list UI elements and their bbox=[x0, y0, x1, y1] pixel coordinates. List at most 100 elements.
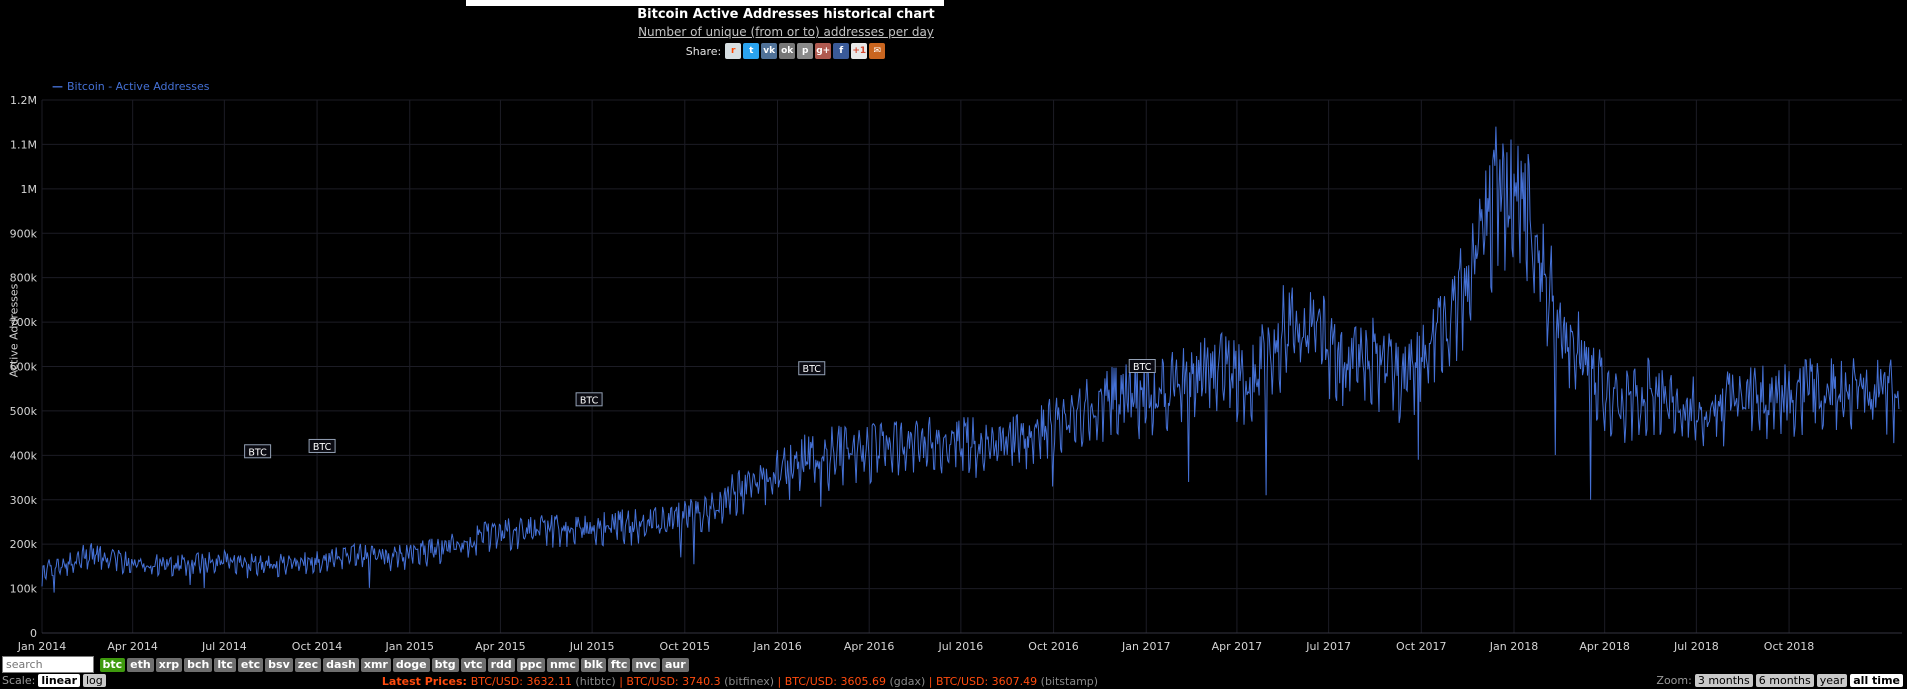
share-label: Share: bbox=[685, 44, 722, 58]
coin-ftc-button[interactable]: ftc bbox=[607, 657, 631, 672]
x-tick-Oct-2018: Oct 2018 bbox=[1764, 640, 1815, 653]
coin-nvc-button[interactable]: nvc bbox=[632, 657, 660, 672]
share-row: Share: r t vk ok p g+ f +1 ✉ bbox=[0, 43, 1572, 60]
coin-nmc-button[interactable]: nmc bbox=[547, 657, 579, 672]
price-separator: | bbox=[774, 675, 785, 688]
coin-aur-button[interactable]: aur bbox=[661, 657, 689, 672]
chart-canvas: 0100k200k300k400k500k600k700k800k900k1M1… bbox=[10, 94, 1902, 653]
coin-vtc-button[interactable]: vtc bbox=[460, 657, 486, 672]
share-vk-icon[interactable]: vk bbox=[761, 43, 778, 59]
share-email-icon[interactable]: ✉ bbox=[869, 43, 886, 59]
x-tick-Oct-2017: Oct 2017 bbox=[1396, 640, 1447, 653]
legend-line-swatch: — bbox=[52, 80, 63, 93]
x-tick-Apr-2017: Apr 2017 bbox=[1212, 640, 1263, 653]
top-white-strip bbox=[466, 0, 944, 6]
zoom-all-time-button[interactable]: all time bbox=[1850, 674, 1903, 687]
coin-blk-button[interactable]: blk bbox=[580, 657, 606, 672]
x-tick-Jul-2018: Jul 2018 bbox=[1673, 640, 1719, 653]
coin-zec-button[interactable]: zec bbox=[294, 657, 322, 672]
chart-gridlines bbox=[41, 99, 1902, 634]
exchange-name-bitfinex: (bitfinex) bbox=[720, 675, 775, 688]
exchange-name-gdax: (gdax) bbox=[885, 675, 926, 688]
coin-ltc-button[interactable]: ltc bbox=[214, 657, 236, 672]
event-flag-label-btc: BTC bbox=[313, 442, 332, 453]
y-tick-1.1M: 1.1M bbox=[10, 138, 37, 151]
y-tick-200k: 200k bbox=[10, 538, 38, 551]
x-tick-Jan-2014: Jan 2014 bbox=[17, 640, 66, 653]
zoom-6-months-button[interactable]: 6 months bbox=[1755, 674, 1814, 687]
share-google-plus-one-icon[interactable]: +1 bbox=[851, 43, 868, 59]
zoom-year-button[interactable]: year bbox=[1816, 674, 1848, 687]
x-tick-Apr-2015: Apr 2015 bbox=[475, 640, 526, 653]
share-twitter-icon[interactable]: t bbox=[743, 43, 760, 59]
coin-btg-button[interactable]: btg bbox=[431, 657, 459, 672]
x-tick-Jan-2017: Jan 2017 bbox=[1121, 640, 1170, 653]
x-tick-Jan-2015: Jan 2015 bbox=[385, 640, 434, 653]
x-tick-Oct-2015: Oct 2015 bbox=[660, 640, 711, 653]
zoom-control: Zoom: 3 months 6 months year all time bbox=[1656, 674, 1903, 687]
share-pinterest-icon[interactable]: p bbox=[797, 43, 814, 59]
x-tick-Oct-2016: Oct 2016 bbox=[1028, 640, 1079, 653]
coin-eth-button[interactable]: eth bbox=[127, 657, 154, 672]
search-input[interactable] bbox=[2, 656, 94, 673]
x-tick-Apr-2016: Apr 2016 bbox=[844, 640, 895, 653]
x-tick-Jul-2014: Jul 2014 bbox=[201, 640, 247, 653]
share-icons: r t vk ok p g+ f +1 ✉ bbox=[724, 43, 886, 59]
share-google-plus-icon[interactable]: g+ bbox=[815, 43, 832, 59]
share-odnoklassniki-icon[interactable]: ok bbox=[779, 43, 796, 59]
coin-etc-button[interactable]: etc bbox=[237, 657, 264, 672]
series-line-bitcoin-active-addresses bbox=[41, 126, 1900, 593]
zoom-buttons: 3 months 6 months year all time bbox=[1692, 674, 1903, 687]
coin-rdd-button[interactable]: rdd bbox=[487, 657, 515, 672]
price-bitstamp: BTC/USD: 3607.49 bbox=[935, 675, 1038, 688]
coin-buttons: btc eth xrp bch ltc etc bsv zec dash xmr doge btg vt… bbox=[98, 657, 689, 672]
coin-dash-button[interactable]: dash bbox=[323, 657, 359, 672]
price-hitbtc: BTC/USD: 3632.11 bbox=[470, 675, 572, 688]
latest-prices-label: Latest Prices: bbox=[381, 675, 471, 688]
y-tick-1.2M: 1.2M bbox=[10, 94, 37, 107]
x-tick-Jan-2018: Jan 2018 bbox=[1489, 640, 1538, 653]
y-tick-1M: 1M bbox=[21, 183, 38, 196]
share-reddit-icon[interactable]: r bbox=[725, 43, 742, 59]
event-flag-label-btc: BTC bbox=[803, 364, 822, 375]
coin-bsv-button[interactable]: bsv bbox=[265, 657, 293, 672]
coin-doge-button[interactable]: doge bbox=[392, 657, 430, 672]
chart-series bbox=[41, 126, 1900, 593]
chart-subtitle: Number of unique (from or to) addresses … bbox=[638, 25, 934, 39]
y-tick-100k: 100k bbox=[10, 583, 38, 596]
y-tick-300k: 300k bbox=[10, 494, 38, 507]
x-tick-Jul-2016: Jul 2016 bbox=[937, 640, 983, 653]
y-tick-500k: 500k bbox=[10, 405, 38, 418]
x-tick-Jan-2016: Jan 2016 bbox=[752, 640, 801, 653]
price-separator: | bbox=[925, 675, 936, 688]
event-flag-label-btc: BTC bbox=[248, 447, 267, 458]
zoom-label: Zoom: bbox=[1656, 674, 1692, 687]
latest-prices: Latest Prices: BTC/USD: 3632.11 (hitbtc)… bbox=[0, 675, 1480, 688]
y-tick-0: 0 bbox=[30, 627, 37, 640]
coin-xrp-button[interactable]: xrp bbox=[155, 657, 183, 672]
coin-btc-button[interactable]: btc bbox=[99, 657, 126, 672]
legend[interactable]: — Bitcoin - Active Addresses bbox=[52, 80, 210, 93]
coin-bch-button[interactable]: bch bbox=[184, 657, 213, 672]
x-tick-Apr-2018: Apr 2018 bbox=[1579, 640, 1630, 653]
x-tick-Oct-2014: Oct 2014 bbox=[292, 640, 343, 653]
exchange-name-hitbtc: (hitbtc) bbox=[571, 675, 616, 688]
event-flag-label-btc: BTC bbox=[580, 395, 599, 406]
y-tick-900k: 900k bbox=[10, 227, 38, 240]
coin-list-row: btcethxrpbchltcetcbsvzecdashxmrdogebtgvt… bbox=[2, 656, 689, 673]
coin-xmr-button[interactable]: xmr bbox=[360, 657, 391, 672]
share-facebook-icon[interactable]: f bbox=[833, 43, 850, 59]
exchange-name-bitstamp: (bitstamp) bbox=[1037, 675, 1099, 688]
status-bar: Scale: linear log Latest Prices: BTC/USD: … bbox=[0, 674, 1907, 689]
x-tick-Apr-2014: Apr 2014 bbox=[107, 640, 158, 653]
price-separator: | bbox=[615, 675, 627, 688]
x-tick-Jul-2017: Jul 2017 bbox=[1305, 640, 1351, 653]
legend-label: Bitcoin - Active Addresses bbox=[67, 80, 210, 93]
zoom-3-months-button[interactable]: 3 months bbox=[1694, 674, 1753, 687]
coin-ppc-button[interactable]: ppc bbox=[516, 657, 546, 672]
x-tick-Jul-2015: Jul 2015 bbox=[569, 640, 615, 653]
y-tick-400k: 400k bbox=[10, 449, 38, 462]
chart-axis-labels: 0100k200k300k400k500k600k700k800k900k1M1… bbox=[10, 94, 1815, 653]
price-bitfinex: BTC/USD: 3740.3 bbox=[626, 675, 721, 688]
y-axis-title: Active Addresses bbox=[7, 283, 21, 378]
